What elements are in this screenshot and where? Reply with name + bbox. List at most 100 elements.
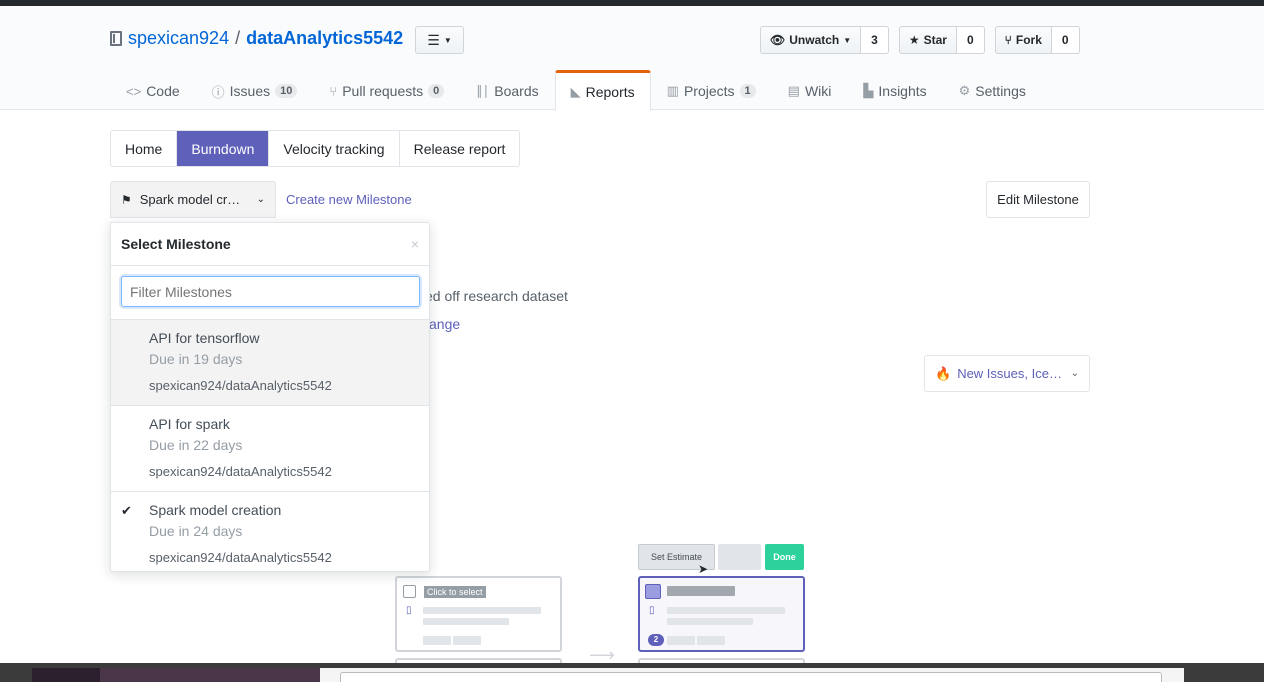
star-count[interactable]: 0	[956, 26, 985, 54]
repo-menu-button[interactable]: ☰ ▼	[415, 26, 464, 54]
flame-icon: 🔥	[935, 365, 952, 381]
create-milestone-link[interactable]: Create new Milestone	[286, 192, 412, 207]
tab-label: Wiki	[804, 83, 832, 99]
tab-reports[interactable]: ◣ Reports	[554, 70, 651, 111]
fork-label: Fork	[1015, 33, 1042, 47]
tab-label: Projects	[683, 83, 735, 99]
edit-milestone-button[interactable]: Edit Milestone	[986, 181, 1090, 218]
eye-icon: 👁	[770, 33, 786, 47]
placeholder-bar	[667, 607, 785, 614]
watch-group: 👁 Unwatch ▼ 3	[760, 26, 889, 54]
tab-counter: 1	[739, 84, 756, 98]
placeholder-bar	[667, 636, 695, 645]
placeholder-bar	[667, 586, 735, 596]
graph-icon: ▙	[863, 83, 874, 98]
tab-boards[interactable]: ∥∣ Boards	[460, 70, 554, 110]
fork-count[interactable]: 0	[1051, 26, 1080, 54]
dropdown-header: Select Milestone ×	[111, 223, 429, 266]
placeholder-bar	[423, 607, 541, 614]
fork-button[interactable]: ⑂ Fork	[994, 26, 1052, 54]
placeholder-bar	[453, 636, 481, 645]
dropdown-title: Select Milestone	[121, 236, 231, 252]
book-icon: ▤	[787, 83, 800, 98]
placeholder-bar	[667, 618, 753, 625]
caret-down-icon: ▼	[843, 35, 852, 45]
project-icon: ▥	[666, 83, 679, 98]
pull-request-icon: ⑂	[329, 83, 338, 99]
taskbar-strip	[0, 663, 1264, 682]
checkbox-checked-icon	[645, 584, 661, 599]
blank-illustration-button	[718, 544, 761, 570]
tab-insights[interactable]: ▙ Insights	[847, 70, 942, 110]
fork-group: ⑂ Fork 0	[994, 26, 1080, 54]
select-milestone-dropdown: Select Milestone × API for tensorflow Du…	[110, 222, 430, 572]
unwatch-button[interactable]: 👁 Unwatch ▼	[760, 26, 862, 54]
subnav-release-report[interactable]: Release report	[398, 131, 520, 166]
repo-tabs: <> Code ⓘ Issues 10 ⑂ Pull requests 0 ∥∣…	[110, 70, 1042, 111]
tab-wiki[interactable]: ▤ Wiki	[772, 70, 848, 110]
done-illustration-button: Done	[765, 544, 804, 570]
placeholder-bar	[697, 636, 725, 645]
tab-settings[interactable]: ⚙ Settings	[943, 70, 1042, 110]
bookmark-icon: ▯	[649, 605, 655, 616]
subnav-velocity-tracking[interactable]: Velocity tracking	[268, 131, 398, 166]
tab-label: Issues	[229, 83, 271, 99]
graph-icon: ◣	[570, 83, 581, 99]
illustration-card-right: ▯ 2	[638, 576, 805, 652]
tab-code[interactable]: <> Code	[110, 70, 196, 110]
star-label: Star	[923, 33, 947, 47]
subnav-home[interactable]: Home	[111, 131, 176, 166]
placeholder-bar	[423, 636, 451, 645]
repo-owner-link[interactable]: spexican924	[128, 28, 229, 49]
tab-label: Insights	[878, 83, 927, 99]
milestone-option[interactable]: API for tensorflow Due in 19 days spexic…	[111, 320, 429, 406]
star-icon: ★	[908, 33, 920, 47]
milestone-option-due: Due in 24 days	[149, 523, 243, 539]
check-icon: ✔	[121, 503, 132, 518]
repo-title: spexican924 / dataAnalytics5542	[110, 28, 403, 49]
repo-name-link[interactable]: dataAnalytics5542	[246, 28, 403, 49]
filter-milestones-input[interactable]	[121, 276, 420, 307]
unwatch-label: Unwatch	[789, 33, 840, 47]
milestone-option-repo: spexican924/dataAnalytics5542	[149, 378, 332, 393]
change-range-link[interactable]: ange	[429, 316, 460, 332]
caret-down-icon: ▼	[443, 35, 452, 45]
gear-icon: ⚙	[958, 83, 971, 98]
tab-counter: 0	[428, 84, 445, 98]
issues-filter-button[interactable]: 🔥 New Issues, Ice… ⌄	[924, 355, 1090, 392]
taskbar-window-frame	[340, 672, 1162, 682]
milestone-icon: ⚑	[121, 192, 132, 207]
milestone-option-repo: spexican924/dataAnalytics5542	[149, 464, 332, 479]
chevron-down-icon: ⌄	[256, 194, 265, 205]
milestone-option-due: Due in 22 days	[149, 437, 243, 453]
tab-label: Pull requests	[342, 83, 424, 99]
click-to-select-tooltip: Click to select	[424, 586, 486, 598]
milestone-option[interactable]: API for spark Due in 22 days spexican924…	[111, 406, 429, 492]
boards-icon: ∥∣	[476, 83, 490, 98]
bookmark-icon: ▯	[406, 605, 412, 616]
subnav-burndown[interactable]: Burndown	[176, 131, 269, 166]
tab-pull-requests[interactable]: ⑂ Pull requests 0	[313, 70, 460, 110]
tab-projects[interactable]: ▥ Projects 1	[651, 70, 772, 110]
tab-issues[interactable]: ⓘ Issues 10	[196, 70, 314, 110]
dropdown-filter	[111, 266, 429, 320]
milestone-option-title: API for spark	[149, 416, 230, 432]
tab-label: Boards	[494, 83, 539, 99]
chevron-down-icon: ⌄	[1070, 368, 1079, 379]
list-icon: ☰	[427, 31, 440, 48]
issues-filter-label: New Issues, Ice…	[957, 366, 1062, 381]
tab-label: Reports	[585, 83, 635, 100]
tab-counter: 10	[275, 84, 298, 98]
milestone-description-fragment: ed off research dataset	[425, 288, 568, 304]
milestone-option-repo: spexican924/dataAnalytics5542	[149, 550, 332, 565]
milestone-select-button[interactable]: ⚑ Spark model cr… ⌄	[110, 181, 276, 218]
estimate-badge: 2	[648, 634, 664, 646]
milestone-option[interactable]: ✔ Spark model creation Due in 24 days sp…	[111, 492, 429, 571]
repo-header: spexican924 / dataAnalytics5542 ☰ ▼ 👁 Unw…	[0, 6, 1264, 111]
watch-count[interactable]: 3	[861, 26, 889, 54]
close-icon[interactable]: ×	[411, 236, 419, 252]
star-button[interactable]: ★ Star	[898, 26, 957, 54]
tab-label: Settings	[975, 83, 1026, 99]
milestone-option-title: API for tensorflow	[149, 330, 260, 346]
illustration-card-left: Click to select ▯	[395, 576, 562, 652]
